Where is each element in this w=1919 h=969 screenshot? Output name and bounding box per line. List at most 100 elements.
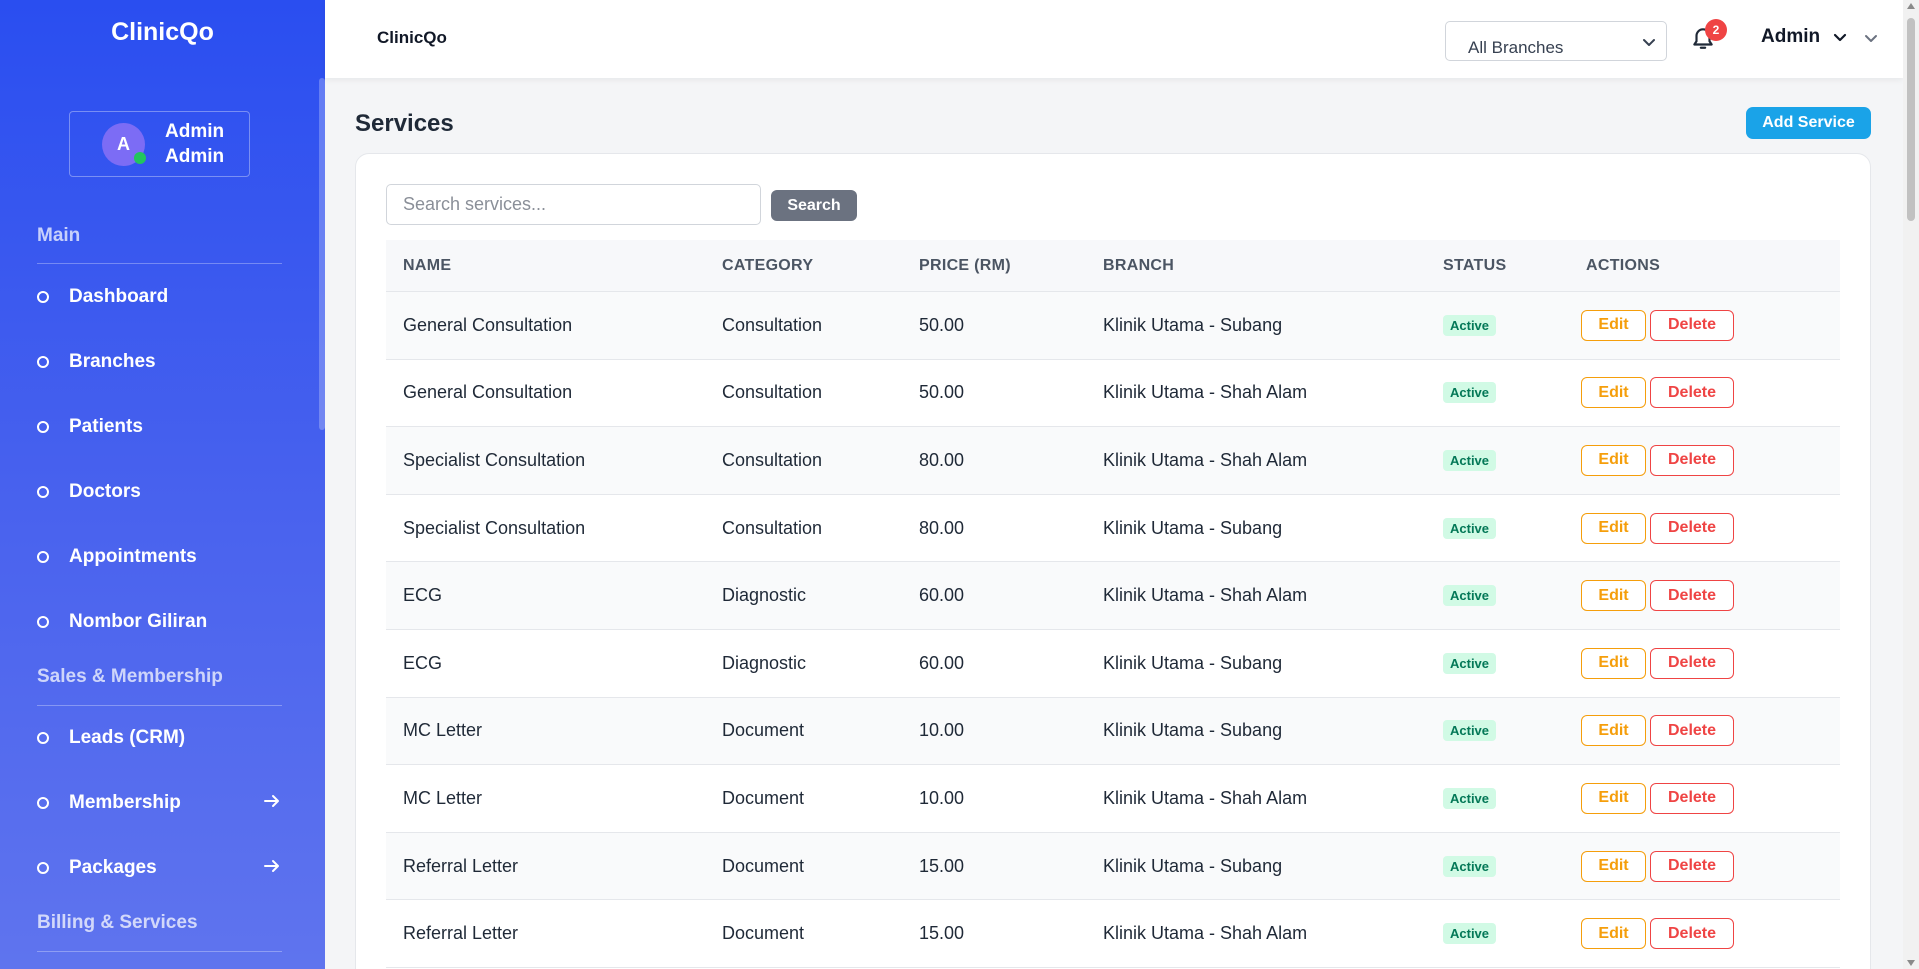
table-row[interactable]: General Consultation Consultation 50.00 … [386,360,1840,428]
user-menu[interactable]: Admin [1761,26,1848,48]
service-branch: Klinik Utama - Shah Alam [1103,449,1308,470]
sidebar-item-patients[interactable]: Patients [37,412,282,442]
status-badge: Active [1443,517,1497,539]
status-badge: Active [1443,382,1497,404]
delete-button[interactable]: Delete [1650,715,1734,747]
table-row[interactable]: MC Letter Document 10.00 Klinik Utama - … [386,697,1840,766]
service-name: General Consultation [403,314,573,335]
circle-icon [37,356,49,368]
sidebar-item-branches[interactable]: Branches [37,347,282,377]
service-price: 15.00 [919,855,965,876]
topbar: ClinicQo All Branches 2 Admin [325,0,1903,78]
edit-button[interactable]: Edit [1581,782,1646,814]
section-divider [37,951,282,952]
scroll-down-arrow[interactable] [1907,960,1915,966]
table-row[interactable]: General Consultation Consultation 50.00 … [386,292,1840,360]
branch-select[interactable]: All Branches [1445,21,1667,61]
service-category: Document [722,787,805,808]
column-header-category[interactable]: CATEGORY [722,257,813,275]
actions-cell: Edit Delete [1581,782,1734,814]
search-input[interactable] [386,184,761,225]
service-price: 80.00 [919,449,965,470]
status-badge: Active [1443,720,1497,742]
sidebar-item-appointments[interactable]: Appointments [37,542,282,572]
table-row[interactable]: Specialist Consultation Consultation 80.… [386,427,1840,495]
sidebar-item-leads[interactable]: Leads (CRM) [37,723,282,753]
status-cell: Active [1443,382,1497,404]
sidebar-brand[interactable]: ClinicQo [0,18,325,47]
service-category: Document [722,720,805,741]
actions-cell: Edit Delete [1581,512,1734,544]
edit-button[interactable]: Edit [1581,580,1646,612]
page-scrollbar[interactable] [1903,0,1919,969]
add-service-button[interactable]: Add Service [1746,107,1871,139]
status-badge: Active [1443,652,1497,674]
service-name: Specialist Consultation [403,517,586,538]
table-row[interactable]: Specialist Consultation Consultation 80.… [386,495,1840,563]
edit-button[interactable]: Edit [1581,850,1646,882]
service-branch: Klinik Utama - Subang [1103,720,1283,741]
section-divider [37,263,282,264]
status-cell: Active [1443,517,1497,539]
delete-button[interactable]: Delete [1650,377,1734,409]
service-branch: Klinik Utama - Shah Alam [1103,585,1308,606]
user-card[interactable]: A Admin Admin [69,111,250,177]
service-category: Document [722,923,805,944]
sidebar-item-label: Leads (CRM) [69,727,186,748]
service-category: Consultation [722,449,823,470]
user-info: Admin Admin [165,119,224,169]
search-button[interactable]: Search [771,190,857,221]
service-branch: Klinik Utama - Subang [1103,517,1283,538]
column-header-price[interactable]: PRICE (RM) [919,257,1011,275]
status-cell: Active [1443,449,1497,471]
status-cell: Active [1443,787,1497,809]
delete-button[interactable]: Delete [1650,647,1734,679]
section-label-sales: Sales & Membership [37,666,223,687]
service-category: Consultation [722,517,823,538]
service-branch: Klinik Utama - Subang [1103,855,1283,876]
sidebar-item-membership[interactable]: Membership [37,788,282,818]
delete-button[interactable]: Delete [1650,580,1734,612]
table-row[interactable]: MC Letter Document 10.00 Klinik Utama - … [386,765,1840,833]
delete-button[interactable]: Delete [1650,782,1734,814]
column-header-branch[interactable]: BRANCH [1103,257,1174,275]
edit-button[interactable]: Edit [1581,715,1646,747]
user-role: Admin [165,146,225,167]
column-header-status[interactable]: STATUS [1443,257,1506,275]
edit-button[interactable]: Edit [1581,512,1646,544]
sidebar-item-doctors[interactable]: Doctors [37,477,282,507]
actions-cell: Edit Delete [1581,580,1734,612]
table-row[interactable]: Referral Letter Document 15.00 Klinik Ut… [386,832,1840,901]
service-category: Document [722,855,805,876]
sidebar-item-dashboard[interactable]: Dashboard [37,282,282,312]
delete-button[interactable]: Delete [1650,309,1734,341]
user-name: Admin [165,121,225,142]
table-row[interactable]: Referral Letter Document 15.00 Klinik Ut… [386,900,1840,968]
edit-button[interactable]: Edit [1581,377,1646,409]
table-row[interactable]: ECG Diagnostic 60.00 Klinik Utama - Suba… [386,630,1840,698]
chevron-down-icon [1643,39,1655,46]
edit-button[interactable]: Edit [1581,444,1646,476]
sidebar-item-packages[interactable]: Packages [37,853,282,883]
service-category: Diagnostic [722,652,807,673]
sidebar-item-nombor-giliran[interactable]: Nombor Giliran [37,607,282,637]
service-price: 60.00 [919,652,965,673]
edit-button[interactable]: Edit [1581,918,1646,950]
table-row[interactable]: ECG Diagnostic 60.00 Klinik Utama - Shah… [386,562,1840,630]
section-label-main: Main [37,225,81,246]
delete-button[interactable]: Delete [1650,918,1734,950]
chevron-down-icon [1834,33,1847,42]
services-table: NAME CATEGORY PRICE (RM) BRANCH STATUS A… [386,240,1840,968]
delete-button[interactable]: Delete [1650,850,1734,882]
edit-button[interactable]: Edit [1581,309,1646,341]
scroll-up-arrow[interactable] [1907,3,1915,9]
scrollbar-thumb[interactable] [1907,18,1915,221]
status-badge: Active [1443,585,1497,607]
column-header-name[interactable]: NAME [403,257,451,275]
chevron-down-icon[interactable] [1863,30,1879,46]
delete-button[interactable]: Delete [1650,444,1734,476]
sidebar-scrollbar[interactable] [319,78,325,430]
status-badge: Active [1443,449,1497,471]
delete-button[interactable]: Delete [1650,512,1734,544]
edit-button[interactable]: Edit [1581,647,1646,679]
